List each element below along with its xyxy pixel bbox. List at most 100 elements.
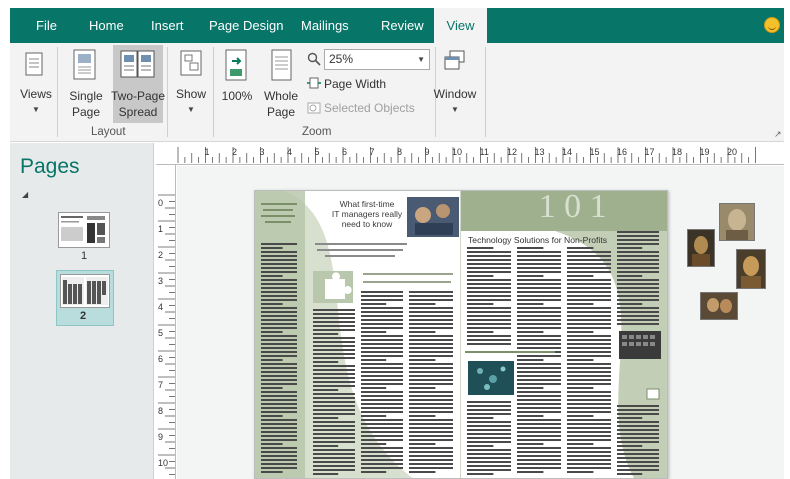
page-width-button[interactable]: Page Width <box>324 76 386 92</box>
show-icon <box>180 50 202 79</box>
horizontal-ruler[interactable]: 1 2 3 4 5 6 7 8 9 10 11 12 13 14 15 16 17 18 19 20 <box>156 143 784 165</box>
layout-group-label: Layout <box>91 126 126 138</box>
ruler-tick-label: 0 <box>158 198 163 208</box>
two-page-spread[interactable]: 1 0 1 What first-time IT managers really… <box>254 190 668 479</box>
page-width-label: Page Width <box>324 77 387 91</box>
headline-line-2: IT managers really <box>331 209 403 219</box>
ruler-tick-label: 1 <box>158 224 163 234</box>
two-page-spread-icon <box>120 49 156 84</box>
ruler-tick-label: 12 <box>507 147 517 157</box>
ruler-tick-label: 3 <box>260 147 265 157</box>
tab-review[interactable]: Review <box>377 8 428 43</box>
two-page-spread-label: Two-Page Spread <box>110 88 166 120</box>
selected-objects-button: Selected Objects <box>324 100 415 116</box>
show-button[interactable]: Show ▼ <box>171 86 211 118</box>
pages-pane: Pages ◢ 1 2 <box>10 143 154 479</box>
single-page-label-2: Page <box>71 105 101 119</box>
ruler-tick-label: 3 <box>158 276 163 286</box>
chevron-down-icon: ▼ <box>187 105 195 114</box>
ruler-tick-label: 14 <box>562 147 572 157</box>
ruler-tick-label: 4 <box>158 302 163 312</box>
left-page-headline: What first-time IT managers really need … <box>327 199 407 229</box>
scratch-photo-3[interactable] <box>736 249 766 289</box>
ruler-tick-label: 17 <box>645 147 655 157</box>
ribbon: Views ▼ Single Page Two-Page Spread Layo… <box>10 43 784 142</box>
page-thumbnail-2-number: 2 <box>80 310 87 322</box>
vertical-ruler[interactable]: 0 1 2 3 4 5 6 7 8 9 10 <box>156 165 176 479</box>
views-label: Views <box>20 87 52 101</box>
ruler-tick-label: 8 <box>158 406 163 416</box>
tab-home[interactable]: Home <box>85 8 128 43</box>
zoom-100-icon <box>224 49 250 86</box>
ruler-tick-label: 7 <box>370 147 375 157</box>
tab-file[interactable]: File <box>32 8 61 43</box>
selected-objects-label: Selected Objects <box>324 101 415 115</box>
ruler-tick-label: 16 <box>617 147 627 157</box>
page-thumbnail-2-selected[interactable]: 2 <box>56 270 114 326</box>
ruler-tick-label: 18 <box>672 147 682 157</box>
ruler-tick-label: 19 <box>700 147 710 157</box>
scratch-photo-4[interactable] <box>700 292 738 320</box>
ruler-tick-label: 11 <box>480 147 489 157</box>
ruler-tick-label: 4 <box>287 147 292 157</box>
page-width-icon <box>306 76 322 93</box>
zoom-level-dropdown[interactable]: 25% ▼ <box>324 49 430 70</box>
zoom-group-label: Zoom <box>302 126 332 138</box>
ribbon-tab-bar: File Home Insert Page Design Mailings Re… <box>10 8 784 43</box>
two-page-label-1: Two-Page <box>110 89 166 103</box>
svg-text:1 0 1: 1 0 1 <box>525 191 607 225</box>
views-button[interactable]: Views ▼ <box>16 86 56 118</box>
page-thumbnail-2 <box>60 274 110 308</box>
single-page-button[interactable]: Single Page <box>63 88 109 120</box>
smiley-icon[interactable] <box>764 17 780 33</box>
whole-page-icon <box>270 49 294 86</box>
whole-page-button[interactable]: Whole Page <box>260 88 302 120</box>
headline-line-3: need to know <box>341 219 393 229</box>
two-page-label-2: Spread <box>118 105 158 119</box>
chevron-down-icon: ▼ <box>417 55 425 64</box>
whole-page-label-1: Whole <box>263 89 298 103</box>
page-thumbnail-1-number: 1 <box>81 250 88 262</box>
ruler-tick-label: 5 <box>158 328 163 338</box>
window-button[interactable]: Window ▼ <box>429 86 481 118</box>
pages-pane-title: Pages <box>20 155 80 178</box>
page-thumbnail-1[interactable] <box>58 212 110 248</box>
views-icon <box>24 51 44 80</box>
single-page-label-1: Single <box>69 89 103 103</box>
headline-line-1: What first-time <box>339 199 395 209</box>
window-label: Window <box>433 87 477 101</box>
ruler-tick-label: 10 <box>158 458 168 468</box>
ruler-tick-label: 20 <box>727 147 737 157</box>
show-label: Show <box>175 87 207 101</box>
tab-page-design[interactable]: Page Design <box>205 8 287 43</box>
ruler-tick-label: 15 <box>590 147 600 157</box>
chevron-down-icon: ▼ <box>451 105 459 114</box>
tab-view[interactable]: View <box>434 8 487 43</box>
tab-insert[interactable]: Insert <box>147 8 188 43</box>
selected-objects-icon <box>306 101 322 118</box>
window-icon <box>444 50 466 75</box>
zoom-100-button[interactable]: 100% <box>218 88 256 104</box>
collapse-ribbon-icon[interactable]: ↗ <box>774 129 782 140</box>
scratch-photo-2[interactable] <box>687 229 715 267</box>
ruler-tick-label: 10 <box>452 147 462 157</box>
whole-page-label-2: Page <box>266 105 296 119</box>
ruler-tick-label: 9 <box>158 432 163 442</box>
ruler-tick-label: 1 <box>205 147 210 157</box>
ruler-tick-label: 6 <box>158 354 163 364</box>
ruler-tick-label: 8 <box>397 147 402 157</box>
collapse-triangle-icon[interactable]: ◢ <box>22 190 28 199</box>
scratch-photo-1[interactable] <box>719 203 755 241</box>
magnifier-icon <box>307 52 321 69</box>
single-page-icon <box>72 49 98 84</box>
ruler-tick-label: 2 <box>158 250 163 260</box>
zoom-100-label: 100% <box>221 89 253 103</box>
ruler-tick-label: 6 <box>342 147 347 157</box>
ruler-tick-label: 2 <box>232 147 237 157</box>
tab-mailings[interactable]: Mailings <box>297 8 353 43</box>
ruler-tick-label: 7 <box>158 380 163 390</box>
chevron-down-icon: ▼ <box>32 105 40 114</box>
ruler-tick-label: 9 <box>425 147 430 157</box>
ruler-tick-label: 13 <box>535 147 545 157</box>
ruler-tick-label: 5 <box>315 147 320 157</box>
